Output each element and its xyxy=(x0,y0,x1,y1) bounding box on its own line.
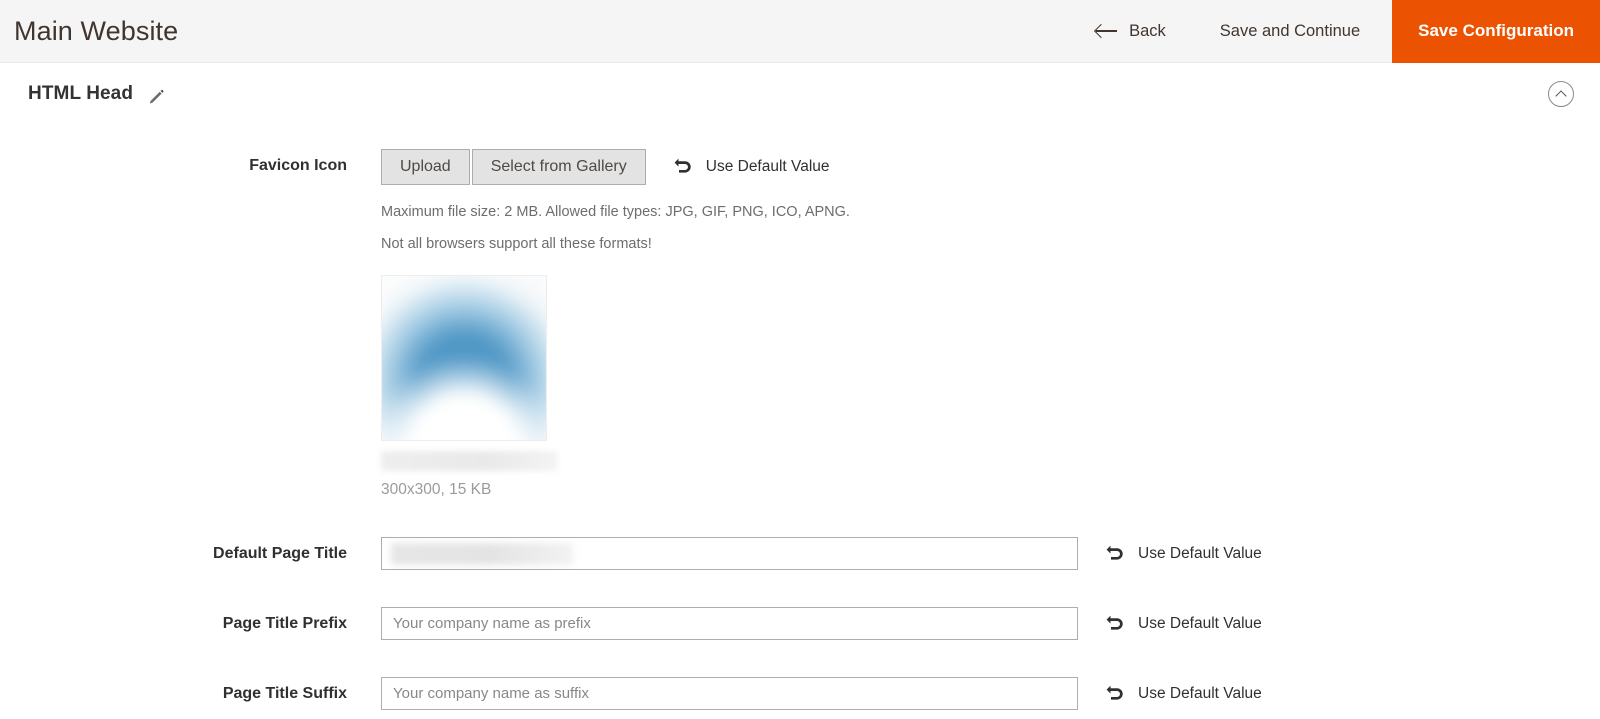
favicon-note-browsers: Not all browsers support all these forma… xyxy=(381,236,652,253)
favicon-preview-wrap: 300x300, 15 KB xyxy=(381,275,1600,499)
back-button[interactable]: Back xyxy=(1074,0,1188,63)
default-page-title-line: Use Default Value xyxy=(381,537,1600,571)
use-default-value-page-title-suffix[interactable]: Use Default Value xyxy=(1106,685,1262,703)
section-title: HTML Head xyxy=(28,83,134,104)
favicon-note-filesize: Maximum file size: 2 MB. Allowed file ty… xyxy=(381,204,850,220)
arrow-left-icon xyxy=(1096,23,1118,39)
section-header-html-head[interactable]: HTML Head xyxy=(0,63,1600,125)
use-default-value-label: Use Default Value xyxy=(705,158,830,175)
select-from-gallery-button[interactable]: Select from Gallery xyxy=(471,149,646,185)
use-default-value-label: Use Default Value xyxy=(1138,614,1262,632)
undo-icon xyxy=(1106,545,1123,560)
field-row-page-title-suffix: Page Title Suffix Use Default Value xyxy=(0,677,1600,711)
save-configuration-button[interactable]: Save Configuration xyxy=(1392,0,1600,63)
page-title-prefix-input[interactable] xyxy=(381,607,1078,641)
back-button-label: Back xyxy=(1129,21,1166,40)
favicon-icon-control: Upload Select from Gallery Use Default V… xyxy=(381,149,1600,499)
favicon-icon-label: Favicon Icon xyxy=(249,157,347,174)
section-collapse-toggle[interactable] xyxy=(1548,81,1574,107)
upload-button[interactable]: Upload xyxy=(381,149,470,185)
field-row-page-title-prefix: Page Title Prefix Use Default Value xyxy=(0,607,1600,641)
pencil-icon[interactable] xyxy=(147,86,167,106)
header-actions: Back Save and Continue Save Configuratio… xyxy=(1074,0,1600,63)
undo-icon xyxy=(674,158,691,173)
page-title-prefix-line: Use Default Value xyxy=(381,607,1600,641)
default-page-title-input[interactable] xyxy=(381,537,1078,571)
use-default-value-page-title-prefix[interactable]: Use Default Value xyxy=(1106,615,1262,633)
page-title-prefix-label: Page Title Prefix xyxy=(222,615,347,633)
page-title-prefix-control: Use Default Value xyxy=(381,607,1600,641)
default-page-title-control: Use Default Value xyxy=(381,537,1600,571)
page-title-suffix-label: Page Title Suffix xyxy=(222,685,347,703)
save-and-continue-button[interactable]: Save and Continue xyxy=(1188,0,1392,63)
undo-icon xyxy=(1106,615,1123,630)
save-configuration-label: Save Configuration xyxy=(1418,21,1574,40)
page-title-suffix-input[interactable] xyxy=(381,677,1078,711)
favicon-image-blurred xyxy=(382,276,546,441)
save-and-continue-label: Save and Continue xyxy=(1219,21,1361,40)
use-default-value-label: Use Default Value xyxy=(1138,544,1262,562)
field-row-default-page-title: Default Page Title Use Default Value xyxy=(0,537,1600,571)
undo-icon xyxy=(1106,685,1123,700)
chevron-up-icon xyxy=(1555,90,1567,102)
use-default-value-default-page-title[interactable]: Use Default Value xyxy=(1106,545,1262,563)
default-page-title-label: Default Page Title xyxy=(213,545,347,563)
favicon-button-group: Upload Select from Gallery Use Default V… xyxy=(381,149,1600,185)
use-default-value-label: Use Default Value xyxy=(1138,684,1262,702)
favicon-filename-redacted xyxy=(381,451,557,472)
configuration-form: Favicon Icon Upload Select from Gallery … xyxy=(0,125,1600,711)
favicon-preview-image xyxy=(381,275,547,442)
field-row-favicon-icon: Favicon Icon Upload Select from Gallery … xyxy=(0,149,1600,499)
page-title-suffix-line: Use Default Value xyxy=(381,677,1600,711)
page-title-suffix-control: Use Default Value xyxy=(381,677,1600,711)
favicon-preview-meta: 300x300, 15 KB xyxy=(381,481,492,499)
page-header: Main Website Back Save and Continue Save… xyxy=(0,0,1600,63)
page-title: Main Website xyxy=(14,15,179,46)
use-default-value-favicon[interactable]: Use Default Value xyxy=(674,158,830,176)
